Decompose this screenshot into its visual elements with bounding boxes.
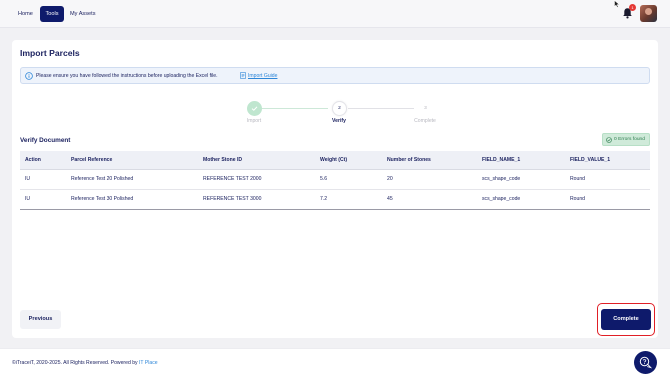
nav-tools[interactable]: Tools: [40, 6, 64, 22]
step-verify-label: Verify: [332, 118, 346, 124]
nav-my-assets[interactable]: My Assets: [70, 6, 96, 22]
cell-weight: 7.2: [320, 196, 328, 202]
cell-mother-stone-id: REFERENCE TEST 2000: [203, 176, 262, 182]
notification-count-badge: 1: [629, 4, 636, 11]
mouse-cursor-icon: [614, 0, 620, 8]
cell-number-of-stones: 20: [387, 176, 393, 182]
top-navigation: Home Tools My Assets 1: [0, 0, 670, 28]
cell-parcel-reference: Reference Test 20 Polished: [71, 176, 134, 182]
info-banner: Please ensure you have followed the inst…: [20, 67, 650, 84]
check-circle-icon: [606, 137, 612, 143]
it-place-link[interactable]: IT Place: [139, 360, 158, 366]
info-icon: [25, 72, 33, 80]
info-text: Please ensure you have followed the inst…: [36, 73, 218, 79]
complete-button[interactable]: Complete: [601, 309, 651, 330]
step-complete-label: Complete: [414, 118, 436, 124]
copyright-text: ©iTraceiT, 2020-2025. All Rights Reserve…: [12, 360, 138, 366]
nav-home[interactable]: Home: [18, 6, 33, 22]
header-weight: Weight (Ct): [320, 157, 348, 163]
chat-support-icon: [639, 356, 652, 369]
verify-document-title: Verify Document: [20, 137, 71, 144]
table-row: IU Reference Test 20 Polished REFERENCE …: [20, 170, 650, 190]
verify-table: Action Parcel Reference Mother Stone ID …: [20, 151, 650, 210]
header-field-value-1: FIELD_VALUE_1: [570, 157, 611, 163]
cell-weight: 5.6: [320, 176, 328, 182]
cell-parcel-reference: Reference Test 30 Polished: [71, 196, 134, 202]
page-title: Import Parcels: [20, 48, 80, 58]
footer-copyright: ©iTraceiT, 2020-2025. All Rights Reserve…: [12, 360, 158, 366]
step-verify-circle: 2: [332, 101, 347, 116]
header-action: Action: [25, 157, 41, 163]
step-complete-circle: 3: [418, 101, 433, 116]
header-field-name-1: FIELD_NAME_1: [482, 157, 521, 163]
step-import-circle: [247, 101, 262, 116]
cell-action: IU: [25, 176, 31, 182]
support-chat-button[interactable]: [634, 351, 657, 374]
cell-number-of-stones: 45: [387, 196, 393, 202]
cell-action: IU: [25, 196, 31, 202]
header-parcel-reference: Parcel Reference: [71, 157, 113, 163]
stepper-connector-2: [348, 108, 414, 109]
cell-field-value-1: Round: [570, 176, 586, 182]
import-guide-link[interactable]: Import Guide: [248, 73, 277, 79]
cell-field-name-1: scs_shape_code: [482, 196, 521, 202]
table-header: Action Parcel Reference Mother Stone ID …: [20, 151, 650, 170]
cell-field-value-1: Round: [570, 196, 586, 202]
import-parcels-card: Import Parcels Please ensure you have fo…: [12, 40, 658, 338]
previous-button[interactable]: Previous: [20, 310, 61, 329]
user-avatar[interactable]: [640, 5, 657, 22]
cell-field-name-1: scs_shape_code: [482, 176, 521, 182]
header-mother-stone-id: Mother Stone ID: [203, 157, 243, 163]
table-row: IU Reference Test 30 Polished REFERENCE …: [20, 190, 650, 210]
cell-mother-stone-id: REFERENCE TEST 3000: [203, 196, 262, 202]
check-icon: [251, 106, 258, 111]
footer: ©iTraceiT, 2020-2025. All Rights Reserve…: [0, 348, 670, 375]
header-number-of-stones: Number of Stones: [387, 157, 431, 163]
stepper-connector-1: [262, 108, 328, 109]
document-icon: [240, 72, 246, 79]
errors-count-text: 0 Errors found: [614, 137, 645, 142]
step-import-label: Import: [246, 118, 262, 124]
errors-status-badge: 0 Errors found: [602, 133, 650, 146]
